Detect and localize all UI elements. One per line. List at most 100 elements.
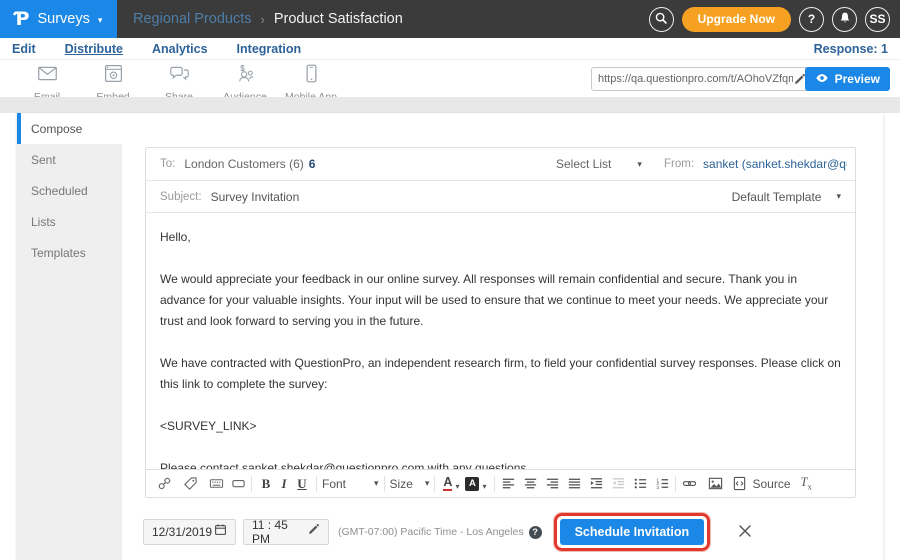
email-body-paragraph: We would appreciate your feedback in our… xyxy=(160,269,841,332)
timezone-help-badge[interactable]: ? xyxy=(529,526,542,539)
mobile-app-icon xyxy=(301,63,322,89)
search-button[interactable] xyxy=(649,7,674,32)
page-background-strip xyxy=(0,97,900,113)
email-sidebar: Compose Sent Scheduled Lists Templates xyxy=(17,113,122,560)
merge-tag-icon[interactable] xyxy=(182,476,198,491)
toolbar-separator xyxy=(251,476,252,492)
survey-url-field[interactable] xyxy=(591,67,813,91)
notifications-button[interactable] xyxy=(832,7,857,32)
share-icon xyxy=(169,63,190,89)
breadcrumb: Regional Products › Product Satisfaction xyxy=(133,11,403,27)
text-color-glyph: A xyxy=(443,476,452,492)
tab-analytics[interactable]: Analytics xyxy=(152,42,208,56)
toolbar-separator xyxy=(675,476,676,492)
sidebar-item-compose[interactable]: Compose xyxy=(17,113,122,144)
schedule-time-field[interactable]: 11 : 45 PM xyxy=(243,519,329,545)
tab-distribute[interactable]: Distribute xyxy=(65,42,123,56)
response-count[interactable]: Response: 1 xyxy=(814,42,888,56)
close-icon[interactable] xyxy=(737,523,755,541)
numbered-list-icon[interactable]: 123 xyxy=(654,476,670,491)
email-body-paragraph: <SURVEY_LINK> xyxy=(160,416,841,437)
to-value[interactable]: London Customers (6) xyxy=(184,157,303,171)
toolbar-separator xyxy=(434,476,435,492)
breadcrumb-separator: › xyxy=(261,12,265,27)
chevron-down-icon: ▾ xyxy=(482,482,486,491)
breadcrumb-parent-link[interactable]: Regional Products xyxy=(133,11,252,27)
insert-link-icon[interactable] xyxy=(156,476,172,491)
avatar[interactable]: SS xyxy=(865,7,890,32)
underline-button[interactable]: U xyxy=(293,476,311,492)
page-title: Product Satisfaction xyxy=(274,11,403,27)
top-header: Ƥ Surveys ▾ Regional Products › Product … xyxy=(0,0,900,38)
question-mark-icon: ? xyxy=(808,12,815,26)
bullet-list-icon[interactable] xyxy=(632,476,648,491)
hyperlink-icon[interactable] xyxy=(681,476,697,491)
compose-panel: To: London Customers (6) 6 Select List ▾… xyxy=(145,147,856,498)
product-menu-label: Surveys xyxy=(37,11,89,27)
upgrade-now-button[interactable]: Upgrade Now xyxy=(682,7,791,32)
align-left-icon[interactable] xyxy=(500,476,516,491)
align-justify-icon[interactable] xyxy=(566,476,582,491)
select-list-label: Select List xyxy=(556,157,611,171)
from-label: From: xyxy=(664,158,694,170)
align-right-icon[interactable] xyxy=(544,476,560,491)
schedule-date-value: 12/31/2019 xyxy=(152,525,212,539)
sidebar-item-lists[interactable]: Lists xyxy=(17,206,122,237)
subject-row: Subject: Survey Invitation Default Templ… xyxy=(146,181,855,213)
chevron-down-icon: ▾ xyxy=(836,191,841,202)
to-label: To: xyxy=(160,158,175,170)
timezone-label: (GMT-07:00) Pacific Time - Los Angeles xyxy=(338,526,524,538)
from-value[interactable]: sanket (sanket.shekdar@ques... xyxy=(703,157,847,171)
schedule-time-value: 11 : 45 PM xyxy=(252,518,307,546)
tab-edit[interactable]: Edit xyxy=(12,42,36,56)
eye-icon xyxy=(815,71,829,88)
email-body-editor[interactable]: Hello, We would appreciate your feedback… xyxy=(146,214,855,469)
font-size-dropdown[interactable]: Size ▾ xyxy=(390,477,430,491)
bold-button[interactable]: B xyxy=(257,476,275,492)
insert-image-icon[interactable] xyxy=(707,476,723,491)
preview-label: Preview xyxy=(835,72,880,86)
product-switcher[interactable]: Ƥ Surveys ▾ xyxy=(0,0,117,38)
sidebar-item-templates[interactable]: Templates xyxy=(17,237,122,268)
subject-value[interactable]: Survey Invitation xyxy=(211,190,300,204)
italic-button[interactable]: I xyxy=(275,476,293,492)
sidebar-item-sent[interactable]: Sent xyxy=(17,144,122,175)
content-card: Compose Sent Scheduled Lists Templates T… xyxy=(17,113,883,560)
rich-text-toolbar: B I U Font ▾ Size ▾ A ▾ xyxy=(146,469,855,497)
header-actions: Upgrade Now ? SS xyxy=(649,0,890,38)
align-center-icon[interactable] xyxy=(522,476,538,491)
background-color-button[interactable]: A ▾ xyxy=(465,477,486,491)
sidebar-item-scheduled[interactable]: Scheduled xyxy=(17,175,122,206)
source-label: Source xyxy=(752,477,790,491)
schedule-row: 12/31/2019 11 : 45 PM (GMT-07:00) Pacifi… xyxy=(143,515,755,549)
chevron-down-icon: ▾ xyxy=(98,15,103,26)
indent-icon[interactable] xyxy=(588,476,604,491)
app-root: Ƥ Surveys ▾ Regional Products › Product … xyxy=(0,0,900,560)
bell-icon xyxy=(838,11,852,28)
font-family-dropdown[interactable]: Font ▾ xyxy=(322,477,379,491)
select-list-dropdown[interactable]: Select List ▾ xyxy=(556,157,642,171)
email-icon xyxy=(37,63,58,89)
survey-url-input[interactable] xyxy=(598,73,793,85)
template-label: Default Template xyxy=(732,190,822,204)
from-group: From: sanket (sanket.shekdar@ques... xyxy=(664,157,847,171)
embed-icon xyxy=(103,63,124,89)
distribute-toolbar: Email Embed Share $ Audience Mobile App xyxy=(0,60,900,98)
source-button[interactable]: Source xyxy=(731,476,790,491)
text-color-button[interactable]: A ▾ xyxy=(443,476,459,492)
template-dropdown[interactable]: Default Template ▾ xyxy=(732,190,841,204)
schedule-date-field[interactable]: 12/31/2019 xyxy=(143,519,236,545)
calendar-icon xyxy=(214,523,227,541)
help-button[interactable]: ? xyxy=(799,7,824,32)
keyboard-icon[interactable] xyxy=(208,476,224,491)
schedule-invitation-button[interactable]: Schedule Invitation xyxy=(560,519,705,545)
search-icon xyxy=(654,11,668,28)
preview-button[interactable]: Preview xyxy=(805,67,890,91)
email-body-paragraph: We have contracted with QuestionPro, an … xyxy=(160,353,841,395)
toolbar-separator xyxy=(316,476,317,492)
toolbar-separator xyxy=(384,476,385,492)
remove-format-button[interactable]: Tx xyxy=(801,475,812,492)
toolbar-separator xyxy=(494,476,495,492)
tab-integration[interactable]: Integration xyxy=(237,42,302,56)
button-insert-icon[interactable] xyxy=(230,476,246,491)
